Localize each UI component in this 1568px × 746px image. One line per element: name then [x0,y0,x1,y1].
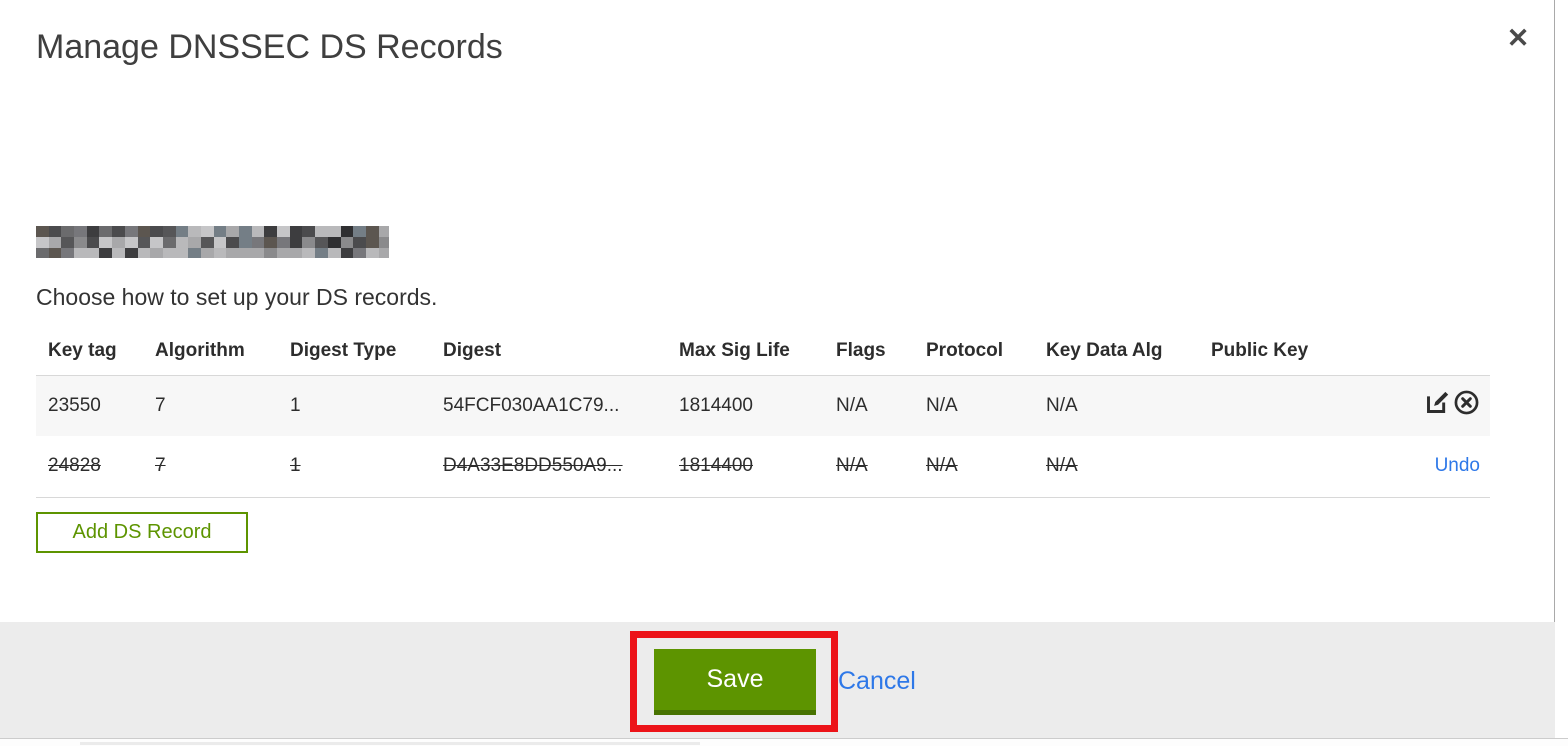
col-header-key-tag: Key tag [36,328,155,376]
table-row: 23550 7 1 54FCF030AA1C79... 1814400 N/A … [36,375,1490,436]
delete-circle-x-icon[interactable] [1453,389,1480,422]
col-header-flags: Flags [836,328,926,376]
cell-max-sig-life: 1814400 [679,394,753,416]
close-icon[interactable]: ✕ [1500,20,1536,56]
instruction-text: Choose how to set up your DS records. [36,284,438,310]
add-ds-record-button[interactable]: Add DS Record [36,512,248,553]
ds-records-table: Key tag Algorithm Digest Type Digest Max… [36,328,1490,498]
cell-algorithm: 7 [155,455,166,477]
manage-dnssec-modal: Manage DNSSEC DS Records ✕ Choose how to… [0,0,1555,739]
cell-key-tag: 24828 [48,455,101,477]
cell-key-data-alg: N/A [1046,455,1078,477]
edit-icon[interactable] [1424,389,1451,422]
screenshot-stage: Manage DNSSEC DS Records ✕ Choose how to… [0,0,1568,746]
cell-digest-type: 1 [290,455,301,477]
cell-protocol: N/A [926,394,958,416]
col-header-digest: Digest [443,328,679,376]
col-header-public-key: Public Key [1211,328,1351,376]
cell-digest: 54FCF030AA1C79... [443,394,620,416]
cell-flags: N/A [836,394,868,416]
background-page-ghost-text [80,742,700,745]
cell-max-sig-life: 1814400 [679,455,753,477]
cell-digest: D4A33E8DD550A9... [443,455,623,477]
cell-digest-type: 1 [290,394,301,416]
page-title: Manage DNSSEC DS Records [36,28,503,66]
redacted-domain-name [36,226,389,258]
cancel-link[interactable]: Cancel [838,667,916,696]
col-header-key-data-alg: Key Data Alg [1046,328,1211,376]
undo-link[interactable]: Undo [1435,455,1480,476]
col-header-algorithm: Algorithm [155,328,290,376]
col-header-digest-type: Digest Type [290,328,443,376]
col-header-protocol: Protocol [926,328,1046,376]
col-header-max-sig-life: Max Sig Life [679,328,836,376]
table-header-row: Key tag Algorithm Digest Type Digest Max… [36,328,1490,376]
table-row-deleted: 24828 7 1 D4A33E8DD550A9... 1814400 N/A … [36,436,1490,498]
save-button[interactable]: Save [654,649,816,715]
cell-flags: N/A [836,455,868,477]
cell-protocol: N/A [926,455,958,477]
col-header-actions [1351,328,1490,376]
cell-key-tag: 23550 [48,394,101,416]
cell-key-data-alg: N/A [1046,394,1078,416]
cell-algorithm: 7 [155,394,166,416]
